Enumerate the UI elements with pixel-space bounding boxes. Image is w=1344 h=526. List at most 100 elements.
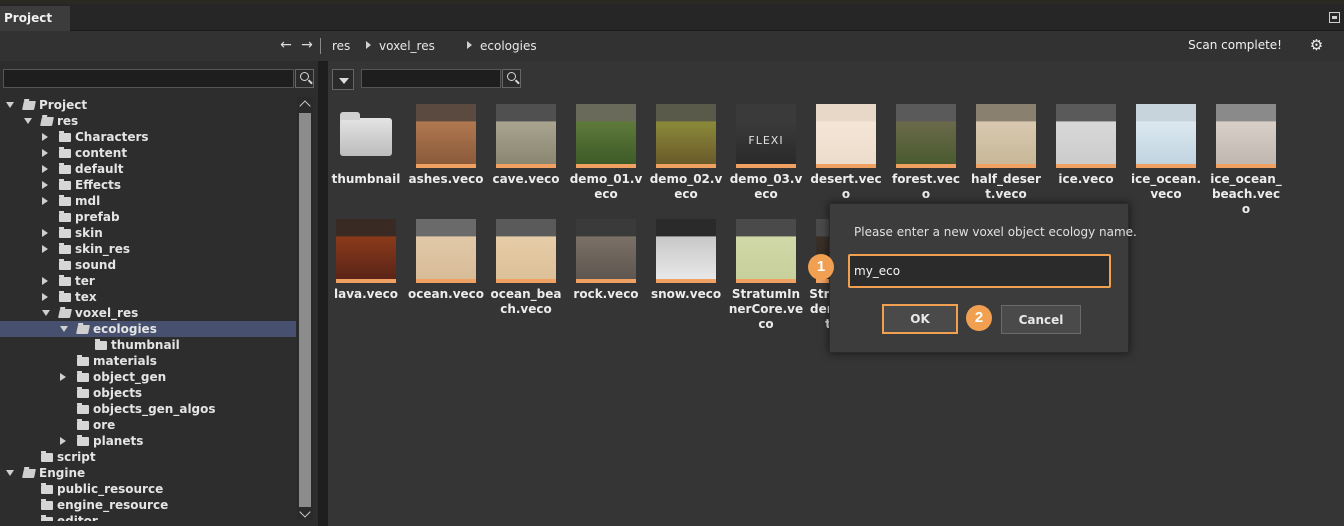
ecology-file-tile[interactable]: rock.veco — [572, 219, 652, 329]
tree-item-objects-gen-algos[interactable]: objects_gen_algos — [0, 401, 296, 417]
folder-icon — [40, 117, 54, 126]
ecology-file-tile[interactable]: forest.veco — [892, 104, 972, 214]
tree-item-engine[interactable]: Engine — [0, 465, 296, 481]
chevron-down-icon[interactable] — [42, 310, 50, 316]
file-name-label: forest.veco — [891, 172, 961, 201]
view-options-dropdown[interactable] — [332, 69, 354, 90]
file-search-input[interactable] — [361, 69, 501, 88]
tree-item-skin-res[interactable]: skin_res — [0, 241, 296, 257]
tree-search-button[interactable] — [295, 69, 314, 88]
tree-item-engine-resource[interactable]: engine_resource — [0, 497, 296, 513]
ecology-file-tile[interactable]: FLEXI demo_03.veco — [730, 104, 812, 214]
ecology-file-tile[interactable]: ice_ocean_beach.veco — [1210, 104, 1292, 216]
tree-item-public-resource[interactable]: public_resource — [0, 481, 296, 497]
tree-item-skin[interactable]: skin — [0, 225, 296, 241]
tree-item-materials[interactable]: materials — [0, 353, 296, 369]
folder-icon — [22, 469, 36, 478]
tree-item-project[interactable]: Project — [0, 97, 296, 113]
chevron-right-icon[interactable] — [60, 437, 66, 445]
breadcrumb-caret-icon[interactable] — [467, 41, 472, 49]
panel-splitter[interactable] — [318, 61, 328, 526]
panel-maximize-icon[interactable] — [1329, 12, 1340, 23]
chevron-down-icon[interactable] — [60, 326, 68, 332]
tree-item-object-gen[interactable]: object_gen — [0, 369, 296, 385]
cancel-button[interactable]: Cancel — [1001, 305, 1081, 334]
chevron-right-icon[interactable] — [42, 245, 48, 253]
ecology-file-tile[interactable]: lava.veco — [332, 219, 412, 329]
ecology-file-tile[interactable]: StratumInnerCore.veco — [729, 219, 812, 331]
ecology-file-tile[interactable]: ice.veco — [1052, 104, 1132, 214]
gear-icon[interactable]: ⚙ — [1309, 38, 1324, 53]
folder-tile[interactable]: thumbnail — [332, 104, 412, 214]
chevron-right-icon[interactable] — [42, 181, 48, 189]
chevron-down-icon[interactable] — [6, 470, 14, 476]
tree-item-objects[interactable]: objects — [0, 385, 296, 401]
chevron-right-icon[interactable] — [42, 277, 48, 285]
tree-item-ter[interactable]: ter — [0, 273, 296, 289]
file-name-label: demo_03.veco — [729, 172, 803, 201]
tree-item-label: default — [75, 162, 124, 176]
tree-item-effects[interactable]: Effects — [0, 177, 296, 193]
tree-item-content[interactable]: content — [0, 145, 296, 161]
tree-item-tex[interactable]: tex — [0, 289, 296, 305]
file-search-button[interactable] — [502, 69, 521, 88]
ecology-file-tile[interactable]: ice_ocean.veco — [1131, 104, 1212, 214]
chevron-right-icon[interactable] — [42, 149, 48, 157]
forward-arrow-icon[interactable]: → — [299, 37, 315, 53]
chevron-right-icon[interactable] — [42, 165, 48, 173]
tree-search-input[interactable] — [3, 69, 294, 88]
tree-item-prefab[interactable]: prefab — [0, 209, 296, 225]
folder-icon — [22, 101, 36, 110]
file-thumbnail — [336, 219, 396, 279]
file-thumbnail — [1216, 104, 1276, 164]
ecology-file-tile[interactable]: desert.veco — [810, 104, 892, 214]
ok-button[interactable]: OK — [882, 304, 958, 334]
tree-item-res[interactable]: res — [0, 113, 296, 129]
tree-scrollbar[interactable] — [297, 97, 313, 520]
tree-item-mdl[interactable]: mdl — [0, 193, 296, 209]
tab-project[interactable]: Project — [0, 6, 70, 31]
chevron-right-icon[interactable] — [42, 197, 48, 205]
chevron-right-icon[interactable] — [42, 133, 48, 141]
back-arrow-icon[interactable]: ← — [278, 37, 294, 53]
tree-item-thumbnail[interactable]: thumbnail — [0, 337, 296, 353]
ecology-file-tile[interactable]: half_desert.veco — [971, 104, 1052, 214]
ecology-file-tile[interactable]: ashes.veco — [409, 104, 492, 214]
ecology-file-tile[interactable]: snow.veco — [651, 219, 732, 329]
ecology-name-input[interactable] — [848, 254, 1111, 288]
tree-scrollbar-thumb[interactable] — [299, 113, 311, 507]
ecology-file-tile[interactable]: demo_02.veco — [650, 104, 732, 214]
tree-item-ecologies[interactable]: ecologies — [0, 321, 296, 337]
breadcrumb-ecologies[interactable]: ecologies — [480, 39, 537, 53]
ecology-file-tile[interactable]: demo_01.veco — [570, 104, 652, 214]
file-type-bar — [736, 279, 796, 283]
navigation-bar: ← → res voxel_res ecologies Scan complet… — [0, 31, 1344, 61]
tree-item-editor[interactable]: editor — [0, 513, 296, 521]
tree-item-sound[interactable]: sound — [0, 257, 296, 273]
tree-item-script[interactable]: script — [0, 449, 296, 465]
tree-item-label: Engine — [39, 466, 86, 480]
breadcrumb-caret-icon[interactable] — [366, 41, 371, 49]
ecology-file-tile[interactable]: cave.veco — [492, 104, 572, 214]
scroll-down-icon[interactable] — [299, 506, 311, 518]
chevron-right-icon[interactable] — [60, 373, 66, 381]
ecology-file-tile[interactable]: ocean_beach.veco — [491, 219, 572, 329]
folder-icon — [76, 325, 90, 334]
chevron-down-icon[interactable] — [6, 102, 14, 108]
file-thumbnail — [896, 104, 956, 164]
breadcrumb-res[interactable]: res — [332, 39, 350, 53]
tree-item-planets[interactable]: planets — [0, 433, 296, 449]
breadcrumb-voxel-res[interactable]: voxel_res — [379, 39, 435, 53]
tree-item-characters[interactable]: Characters — [0, 129, 296, 145]
file-type-bar — [496, 164, 556, 168]
file-type-bar — [1056, 164, 1116, 168]
tree-item-voxel-res[interactable]: voxel_res — [0, 305, 296, 321]
dialog-prompt: Please enter a new voxel object ecology … — [854, 225, 1137, 239]
tree-item-default[interactable]: default — [0, 161, 296, 177]
tree-item-ore[interactable]: ore — [0, 417, 296, 433]
chevron-right-icon[interactable] — [42, 293, 48, 301]
ecology-file-tile[interactable]: ocean.veco — [408, 219, 492, 329]
chevron-right-icon[interactable] — [42, 229, 48, 237]
scroll-up-icon[interactable] — [299, 100, 311, 112]
chevron-down-icon[interactable] — [24, 118, 32, 124]
